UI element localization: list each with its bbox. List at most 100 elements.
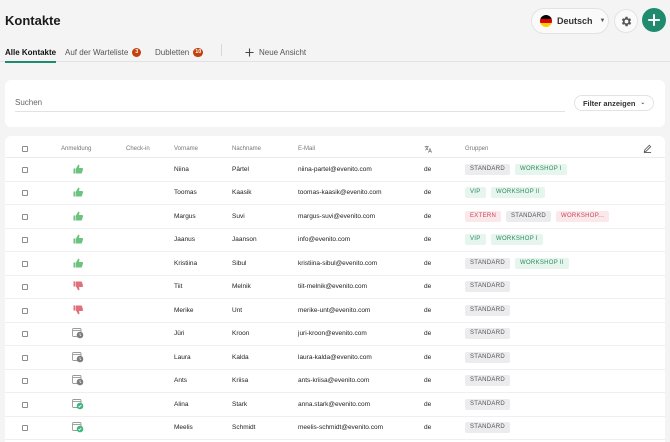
lastname-cell: Sibul [232, 259, 247, 267]
lastname-cell: Melnik [232, 283, 251, 291]
lastname-cell: Pärtel [232, 165, 249, 173]
lastname-cell: Kalda [232, 353, 249, 361]
language-cell: de [424, 377, 432, 385]
active-tab-indicator [5, 61, 56, 63]
email-cell: ants-kriisa@evenito.com [298, 377, 370, 385]
table-row[interactable]: Niina Pärtel niina-partel@evenito.com de STA… [5, 158, 665, 182]
table-row[interactable]: Kristiina Sibul kristiina-sibul@evenito.co… [5, 252, 665, 276]
column-email[interactable]: E-Mail [298, 146, 315, 152]
row-checkbox[interactable] [22, 237, 28, 244]
lastname-cell: Suvi [232, 212, 245, 220]
column-firstname[interactable]: Vorname [174, 146, 198, 152]
firstname-cell: Jaanus [174, 236, 195, 244]
translate-icon[interactable] [424, 145, 432, 153]
row-checkbox[interactable] [22, 260, 28, 267]
column-groups[interactable]: Gruppen [465, 146, 488, 152]
group-tag: STANDARD [465, 375, 510, 387]
new-view-label: Neue Ansicht [259, 47, 307, 57]
email-cell: tiit-melnik@evenito.com [298, 283, 368, 291]
search-input[interactable] [15, 94, 565, 112]
row-checkbox[interactable] [22, 284, 28, 291]
gear-icon [621, 16, 631, 26]
show-filter-button[interactable]: Filter anzeigen ⌄ [574, 95, 654, 111]
group-tag: WORKSHOP... [556, 210, 610, 222]
edit-columns-icon[interactable] [643, 144, 652, 153]
language-cell: de [424, 330, 432, 338]
row-checkbox[interactable] [22, 378, 28, 385]
header: Kontakte Deutsch ▼ [0, 0, 670, 42]
group-tag: STANDARD [465, 257, 510, 269]
lastname-cell: Jaanson [232, 236, 257, 244]
email-cell: toomas-kaasik@evenito.com [298, 189, 382, 197]
tab-label: Alle Kontakte [5, 47, 57, 57]
lastname-cell: Schmidt [232, 424, 256, 432]
settings-button[interactable] [614, 9, 638, 33]
table-row[interactable]: Ants Kriisa ants-kriisa@evenito.com de STAND… [5, 370, 665, 393]
lastname-cell: Unt [232, 306, 243, 314]
language-cell: de [424, 189, 432, 197]
group-tag: STANDARD [465, 304, 510, 316]
chevron-down-icon: ▼ [599, 18, 606, 24]
count-badge: 10 [193, 47, 204, 57]
firstname-cell: Meelis [174, 424, 193, 432]
tab-waitlist[interactable]: Auf der Warteliste 3 [65, 46, 142, 58]
language-cell: de [424, 306, 432, 314]
firstname-cell: Laura [174, 353, 191, 361]
row-checkbox[interactable] [22, 354, 28, 361]
language-selector[interactable]: Deutsch ▼ [531, 8, 609, 34]
table-row[interactable]: Alina Stark anna.stark@evenito.com de STANDA… [5, 393, 665, 417]
tab-label: Auf der Warteliste [65, 47, 129, 57]
tab-all-contacts[interactable]: Alle Kontakte [5, 46, 56, 58]
table-row[interactable]: Margus Suvi margus-suvi@evenito.com de EXTER… [5, 205, 665, 229]
language-cell: de [424, 236, 432, 244]
lastname-cell: Kriisa [232, 377, 249, 385]
row-checkbox[interactable] [22, 401, 28, 408]
row-checkbox[interactable] [22, 213, 28, 220]
table-row[interactable]: Merike Unt merike-unt@evenito.com de STANDAR… [5, 299, 665, 323]
contacts-table: Anmeldung Check-in Vorname Nachname E-Ma… [5, 136, 665, 442]
select-all-checkbox[interactable] [22, 146, 28, 152]
firstname-cell: Kristiina [174, 259, 198, 267]
group-tag: WORKSHOP I [515, 163, 567, 175]
table-row[interactable]: Tiit Melnik tiit-melnik@evenito.com de STAND… [5, 276, 665, 299]
page-title: Kontakte [5, 13, 61, 28]
row-checkbox[interactable] [22, 190, 28, 197]
german-flag-icon [540, 15, 552, 27]
email-cell: margus-suvi@evenito.com [298, 212, 376, 220]
plus-icon [245, 47, 254, 57]
table-row[interactable]: Jüri Kroon juri-kroon@evenito.com de STANDAR… [5, 323, 665, 346]
table-row[interactable]: Laura Kalda laura-kalda@evenito.com de STAND… [5, 346, 665, 370]
status-declined-icon [73, 281, 84, 291]
status-pending-icon [72, 375, 84, 386]
column-lastname[interactable]: Nachname [232, 146, 261, 152]
email-cell: kristiina-sibul@evenito.com [298, 259, 378, 267]
firstname-cell: Jüri [174, 330, 185, 338]
email-cell: meelis-schmidt@evenito.com [298, 424, 383, 432]
group-tag: EXTERN [465, 210, 502, 222]
group-tag: STANDARD [465, 398, 510, 410]
table-row[interactable]: Toomas Kaasik toomas-kaasik@evenito.com de V… [5, 182, 665, 205]
new-view-button[interactable]: Neue Ansicht [245, 46, 306, 58]
column-checkin[interactable]: Check-in [126, 146, 150, 152]
plus-icon [648, 14, 660, 26]
table-row[interactable]: Jaanus Jaanson info@evenito.com de VIP WORKSH… [5, 229, 665, 252]
status-accepted-icon [73, 211, 84, 221]
status-pending-icon [72, 351, 84, 363]
row-checkbox[interactable] [22, 307, 28, 314]
count-badge: 3 [132, 47, 142, 57]
row-checkbox[interactable] [22, 166, 28, 173]
row-checkbox[interactable] [22, 331, 28, 338]
language-cell: de [424, 400, 432, 408]
tab-duplicates[interactable]: Dubletten 10 [155, 46, 204, 58]
row-checkbox[interactable] [22, 425, 28, 432]
firstname-cell: Margus [174, 212, 196, 220]
tab-divider [221, 44, 222, 56]
add-contact-button[interactable] [642, 8, 666, 32]
column-registration[interactable]: Anmeldung [61, 146, 91, 152]
group-tag: WORKSHOP I [491, 234, 543, 246]
group-tag: STANDARD [465, 281, 510, 293]
group-tag: STANDARD [506, 210, 551, 222]
status-accepted-icon [73, 234, 84, 244]
email-cell: anna.stark@evenito.com [298, 400, 370, 408]
table-row[interactable]: Meelis Schmidt meelis-schmidt@evenito.com d… [5, 417, 665, 440]
